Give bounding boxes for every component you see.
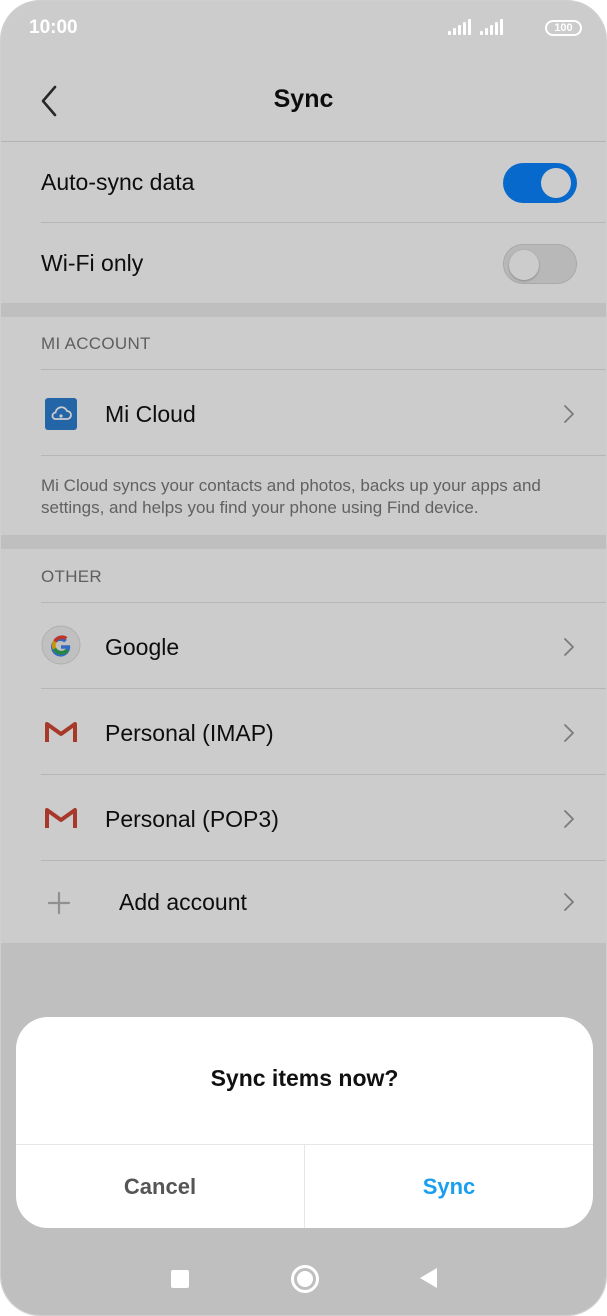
system-nav-bar: [1, 1241, 606, 1315]
phone-screen: Sync Auto-sync data Wi-Fi only MI ACCOUN…: [0, 0, 607, 1316]
recents-icon[interactable]: [171, 1270, 189, 1288]
battery-icon: 100: [545, 20, 582, 36]
status-bar: 10:00 100: [1, 1, 606, 57]
sync-confirm-dialog: Sync items now? Cancel Sync: [16, 1017, 593, 1228]
back-icon[interactable]: [420, 1268, 437, 1288]
signal-icon: [448, 19, 472, 35]
dialog-title: Sync items now?: [210, 1065, 399, 1091]
signal-icon: [480, 19, 504, 35]
status-time: 10:00: [29, 17, 78, 38]
sync-button[interactable]: Sync: [305, 1145, 593, 1228]
cancel-button[interactable]: Cancel: [16, 1145, 304, 1228]
home-icon[interactable]: [291, 1265, 319, 1293]
